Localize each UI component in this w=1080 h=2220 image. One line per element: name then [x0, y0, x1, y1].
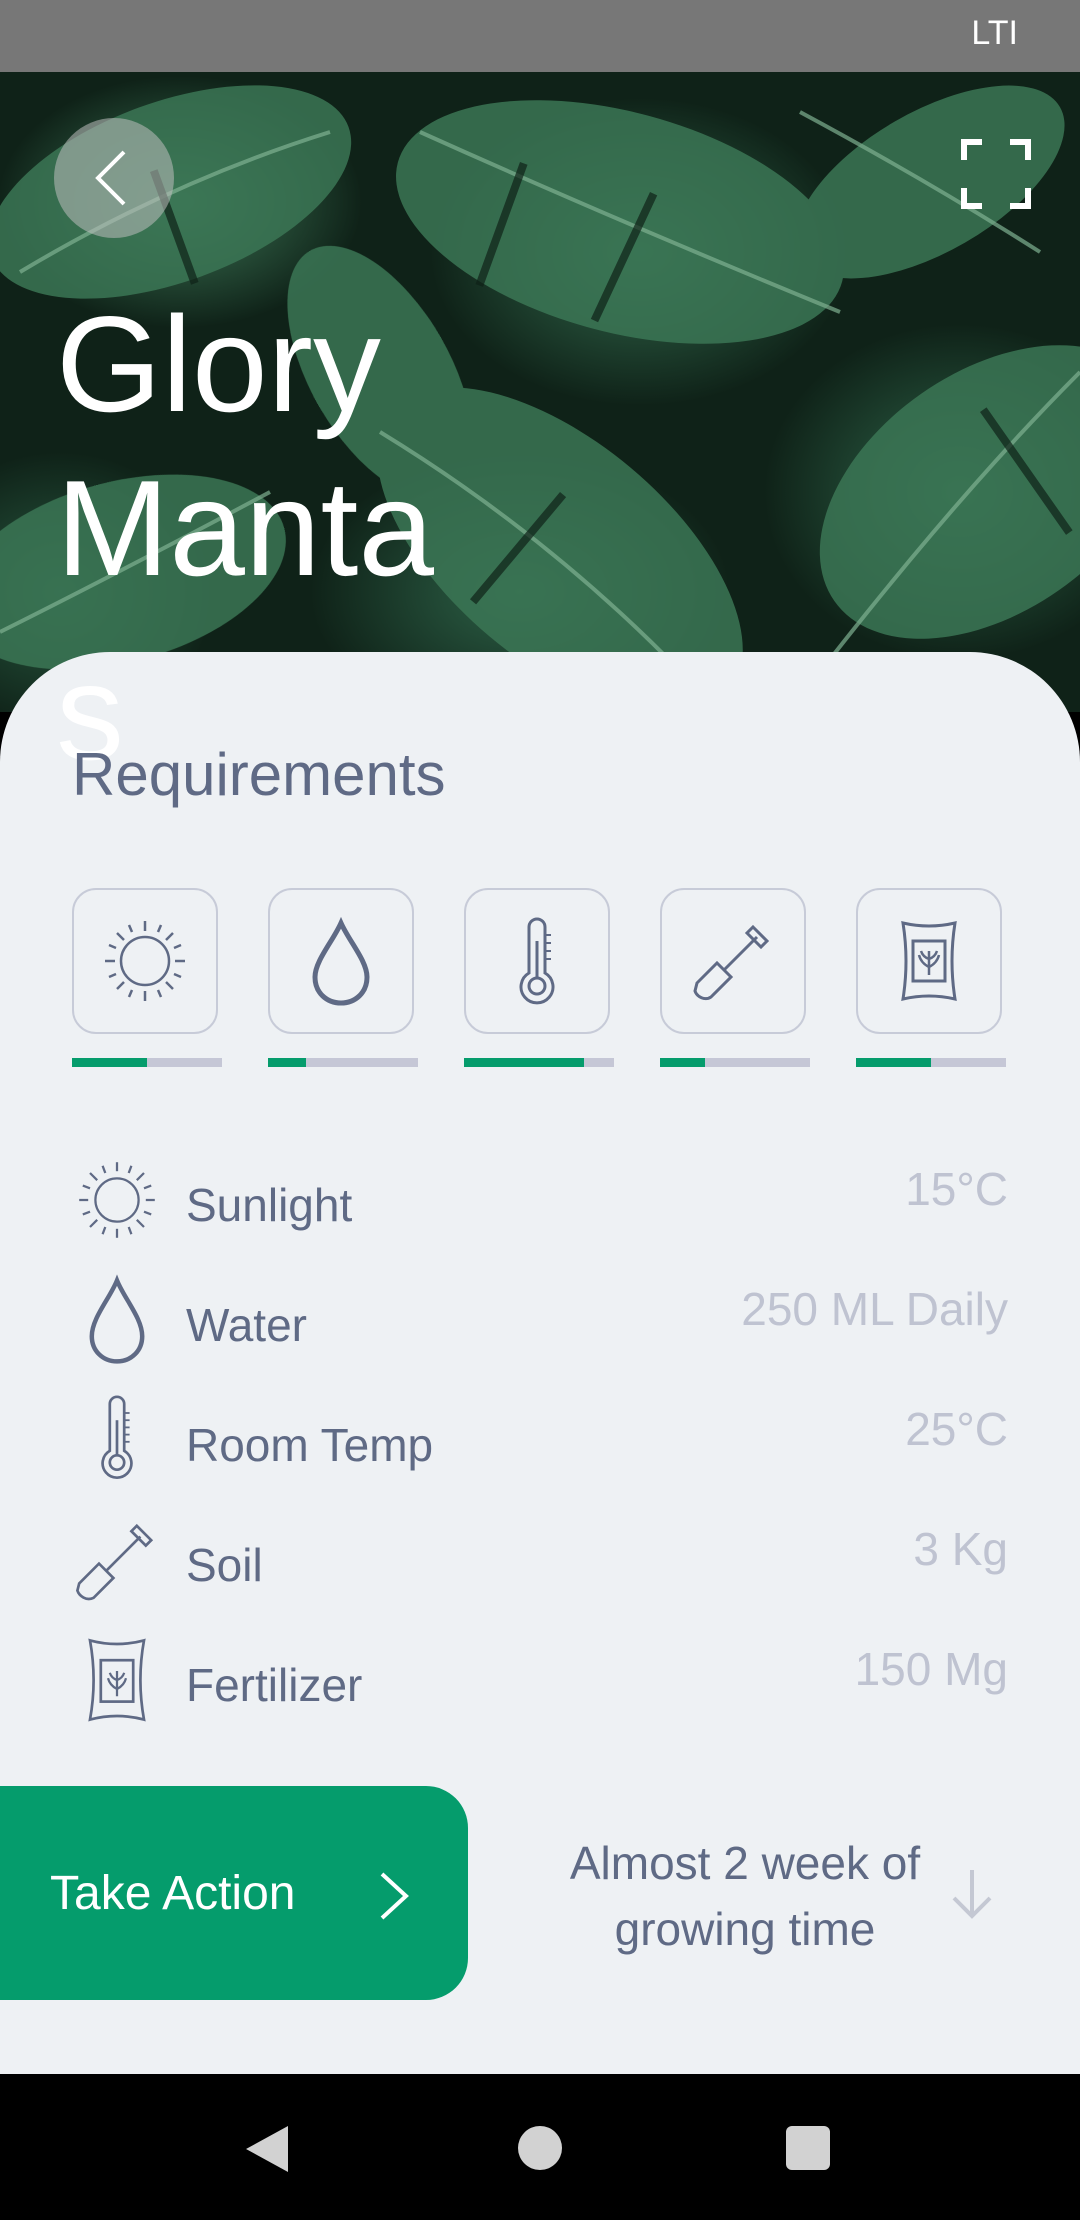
status-text: LTI [971, 14, 1018, 52]
chevron-left-icon [95, 150, 126, 206]
nav-home-button[interactable] [518, 2126, 562, 2170]
requirement-value: 15°C [905, 1163, 1008, 1215]
requirement-label: Room Temp [186, 1419, 434, 1471]
shovel-icon [72, 1510, 162, 1610]
requirement-value: 3 Kg [913, 1523, 1008, 1575]
requirement-label: Water [186, 1299, 307, 1351]
requirement-tile-water[interactable] [268, 888, 414, 1034]
sun-icon [105, 921, 185, 1001]
shovel-icon [693, 924, 770, 1001]
system-navigation-bar [0, 2074, 1080, 2220]
requirement-level-soil [660, 1058, 810, 1067]
plant-title: Glory Manta [56, 288, 434, 604]
status-bar: LTI [0, 0, 1080, 72]
fullscreen-button[interactable] [960, 138, 1032, 210]
take-action-label: Take Action [50, 1867, 296, 1920]
requirement-row-water: Water 250 ML Daily [72, 1270, 1008, 1370]
requirement-row-room-temp: Room Temp 25°C [72, 1390, 1008, 1490]
requirement-tile-fertilizer[interactable] [856, 888, 1002, 1034]
requirement-level-water [268, 1058, 418, 1067]
thermometer-icon [72, 1390, 162, 1490]
sun-icon [72, 1150, 162, 1250]
back-button[interactable] [54, 118, 174, 238]
take-action-button[interactable]: Take Action [0, 1786, 468, 2000]
requirement-label: Sunlight [186, 1179, 353, 1231]
nav-back-button[interactable] [244, 2124, 290, 2174]
requirement-value: 25°C [905, 1403, 1008, 1455]
chevron-right-icon [380, 1872, 409, 1920]
requirement-value: 250 ML Daily [741, 1283, 1008, 1335]
requirement-row-sunlight: Sunlight 15°C [72, 1150, 1008, 1250]
thermometer-icon [519, 917, 555, 1005]
requirement-row-soil: Soil 3 Kg [72, 1510, 1008, 1610]
requirement-level-fertilizer [856, 1058, 1006, 1067]
fertilizer-bag-icon [901, 921, 957, 1001]
requirement-level-room-temp [464, 1058, 614, 1067]
fullscreen-icon [961, 139, 1031, 209]
requirement-label: Fertilizer [186, 1659, 363, 1711]
nav-recents-button[interactable] [786, 2126, 830, 2170]
arrow-down-icon[interactable] [948, 1866, 996, 1922]
requirements-sheet: s Requirements Sunlight 15°C Water 250 M… [0, 636, 1080, 2074]
requirement-label: Soil [186, 1539, 263, 1591]
requirements-title: Requirements [72, 741, 446, 808]
fertilizer-bag-icon [72, 1630, 162, 1730]
water-drop-icon [312, 916, 370, 1006]
requirement-row-fertilizer: Fertilizer 150 Mg [72, 1630, 1008, 1730]
requirement-tile-room-temp[interactable] [464, 888, 610, 1034]
requirement-value: 150 Mg [854, 1643, 1008, 1695]
requirement-level-sunlight [72, 1058, 222, 1067]
requirement-tile-sunlight[interactable] [72, 888, 218, 1034]
water-drop-icon [72, 1270, 162, 1370]
requirement-tile-soil[interactable] [660, 888, 806, 1034]
growing-time-text: Almost 2 week of growing time [569, 1837, 921, 1955]
